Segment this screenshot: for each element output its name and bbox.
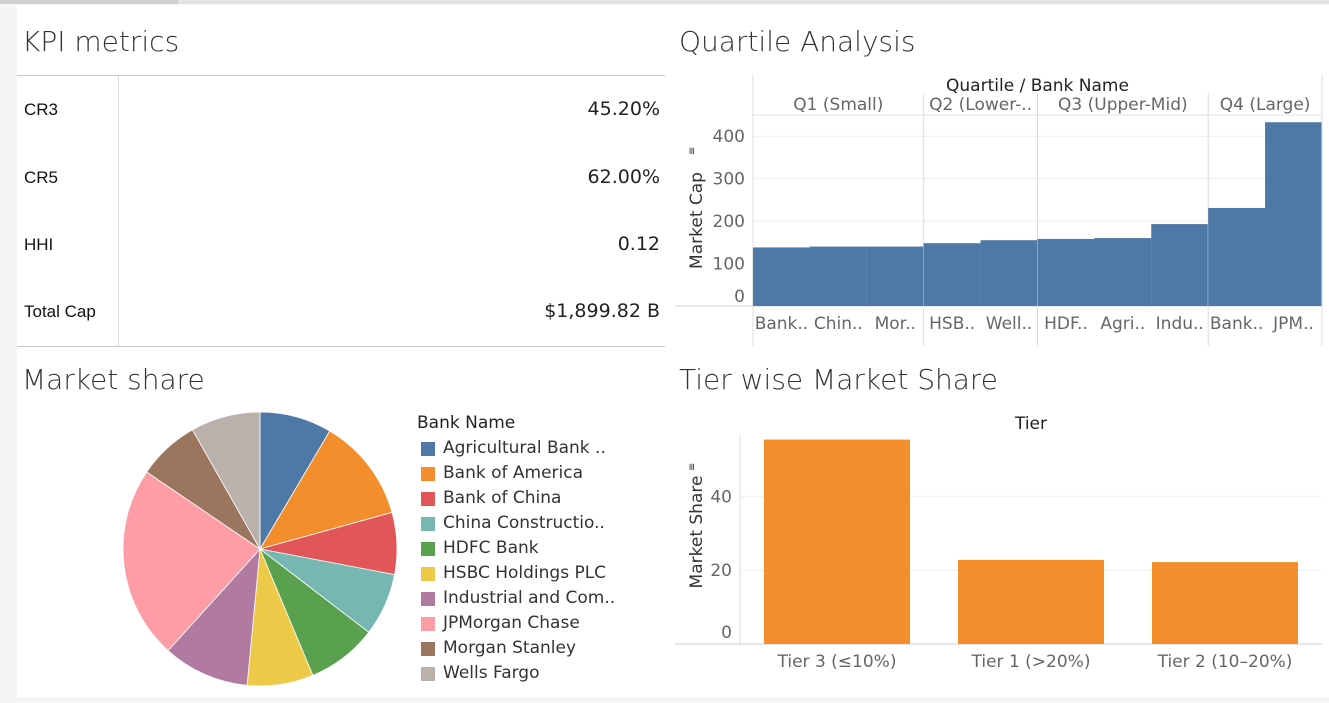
legend-swatch — [421, 567, 435, 581]
sort-icon: ≡ — [687, 147, 698, 155]
legend-label: China Constructio.. — [443, 513, 605, 533]
bar — [752, 247, 810, 306]
kpi-label: Total Cap — [24, 302, 96, 321]
x-tick-label: HSB.. — [929, 314, 975, 334]
kpi-row-cr3: CR3 45.20% — [17, 76, 665, 143]
y-tick-label: 40 — [710, 487, 732, 507]
x-tick-label: Tier 1 (>20%) — [971, 652, 1091, 672]
y-tick-label: 20 — [710, 561, 732, 581]
legend-label: HSBC Holdings PLC — [443, 563, 607, 583]
tier-panel: Tier wise Market Share Tier 0 20 40 Market S… — [665, 347, 1329, 697]
kpi-value: $1,899.82 B — [544, 300, 660, 322]
legend-swatch — [421, 642, 435, 656]
bar — [958, 559, 1104, 644]
legend-swatch — [421, 492, 435, 506]
quartile-group-label: Q1 (Small) — [793, 95, 883, 115]
legend-swatch — [421, 517, 435, 531]
y-axis-label: Market Cap — [687, 172, 707, 269]
quartile-group-label: Q3 (Upper-Mid) — [1058, 95, 1188, 115]
sort-icon: ≡ — [687, 463, 698, 471]
y-tick-label: 300 — [713, 170, 745, 190]
bar — [866, 246, 924, 306]
bar — [1152, 562, 1298, 644]
kpi-value: 45.20% — [587, 98, 660, 120]
legend-label: Wells Fargo — [443, 663, 540, 683]
x-tick-label: Well.. — [986, 314, 1033, 334]
top-bar-segment — [0, 0, 178, 4]
kpi-panel: KPI metrics CR3 45.20% CR5 62.00% HHI 0.… — [17, 5, 665, 347]
y-tick-label: 0 — [734, 287, 745, 307]
x-tick-label: Bank.. — [1210, 314, 1264, 334]
bar — [1151, 224, 1209, 306]
kpi-title: KPI metrics — [22, 25, 180, 58]
kpi-label: CR5 — [24, 168, 59, 187]
top-bar — [0, 0, 1329, 4]
legend-swatch — [421, 442, 435, 456]
tier-header-title: Tier — [1014, 414, 1047, 434]
legend-swatch — [421, 467, 435, 481]
y-tick-label: 100 — [713, 255, 745, 275]
x-tick-label: HDF.. — [1044, 314, 1088, 334]
x-tick-label: Chin.. — [814, 314, 863, 334]
kpi-value: 0.12 — [617, 233, 660, 255]
kpi-label: HHI — [24, 235, 54, 254]
bar — [1265, 122, 1323, 307]
tier-chart: Tier 0 20 40Market Share ≡ Tier 3 (≤10%) Tier … — [675, 414, 1322, 672]
legend-swatch — [421, 542, 435, 556]
bar — [1208, 207, 1266, 306]
quartile-chart: Quartile / Bank Name0100200300400Market … — [675, 75, 1323, 346]
quartile-panel: Quartile Analysis Quartile / Bank Name 0 1… — [665, 5, 1329, 347]
x-tick-label: JPM.. — [1272, 314, 1314, 334]
bar — [980, 240, 1038, 306]
y-tick-label: 400 — [713, 127, 745, 147]
quartile-group-label: Q2 (Lower-.. — [929, 95, 1032, 115]
y-tick-label: 0 — [721, 623, 732, 643]
kpi-value: 62.00% — [587, 166, 660, 188]
legend-title: Bank Name — [417, 413, 516, 433]
market-share-panel: Market share Bank Name Agricultural Bank… — [17, 347, 665, 697]
legend-swatch — [421, 617, 435, 631]
x-tick-label: Tier 2 (10–20%) — [1157, 652, 1293, 672]
bar — [923, 243, 981, 306]
legend-label: Morgan Stanley — [443, 638, 577, 658]
bar — [1094, 238, 1152, 306]
legend-label: HDFC Bank — [443, 538, 539, 558]
x-tick-label: Agri.. — [1100, 314, 1145, 334]
legend-label: Bank of America — [443, 463, 584, 483]
bar — [1037, 238, 1095, 306]
legend-label: JPMorgan Chase — [443, 613, 580, 633]
kpi-row-hhi: HHI 0.12 — [17, 211, 665, 278]
x-tick-label: Indu.. — [1156, 314, 1204, 334]
legend-label: Bank of China — [443, 488, 562, 508]
y-axis-label: Market Share — [687, 476, 707, 589]
bar — [764, 439, 910, 644]
kpi-label: CR3 — [24, 100, 59, 119]
legend-label: Agricultural Bank .. — [443, 438, 606, 458]
legend-swatch — [421, 592, 435, 606]
quartile-group-label: Q4 (Large) — [1220, 95, 1311, 115]
x-tick-label: Tier 3 (≤10%) — [777, 652, 897, 672]
kpi-row-cr5: CR5 62.00% — [17, 144, 665, 211]
y-tick-label: 200 — [713, 212, 745, 232]
legend-label: Industrial and Com.. — [443, 588, 616, 608]
x-tick-label: Mor.. — [875, 314, 916, 334]
kpi-row-total-cap: Total Cap $1,899.82 B — [17, 278, 665, 345]
bar — [809, 246, 867, 306]
legend-swatch — [421, 667, 435, 681]
market-share-pie — [122, 411, 398, 687]
x-tick-label: Bank.. — [755, 314, 809, 334]
